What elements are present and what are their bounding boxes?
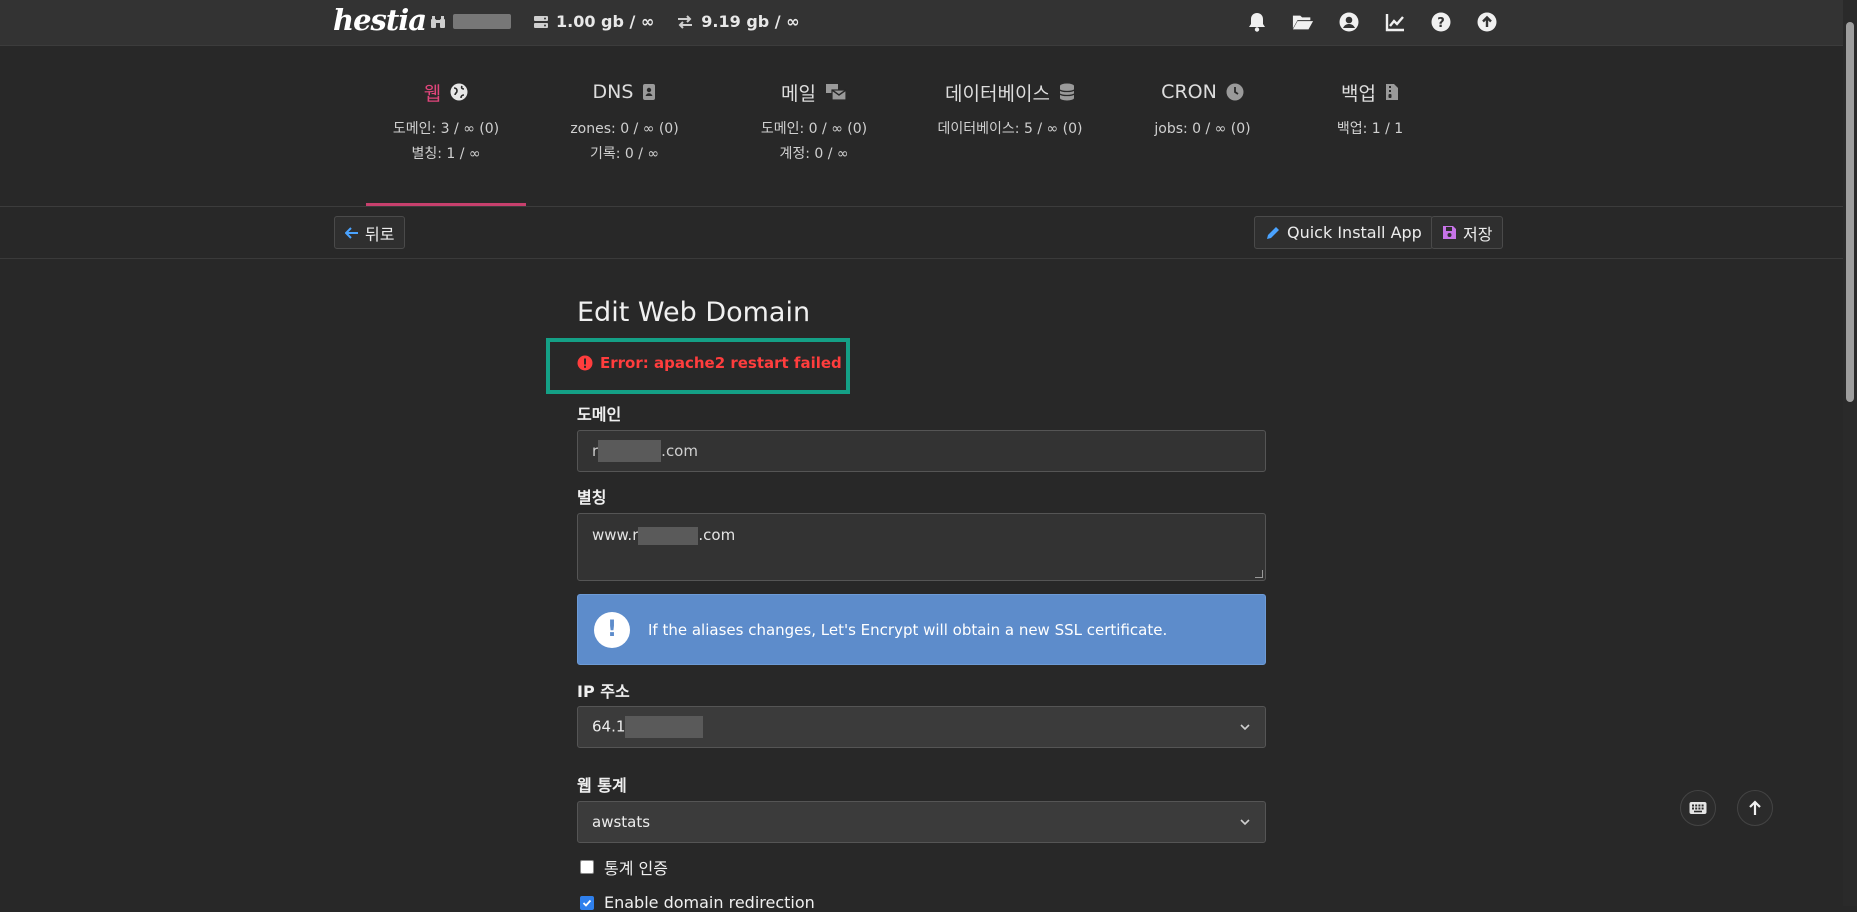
tab-label: DNS bbox=[592, 81, 634, 103]
tab-label: 데이터베이스 bbox=[945, 82, 1050, 105]
domain-redirection-checkbox-row[interactable]: Enable domain redirection bbox=[580, 893, 815, 912]
tab-label: 메일 bbox=[781, 82, 816, 105]
app-logo[interactable]: hestia bbox=[333, 3, 427, 37]
error-text: Error: apache2 restart failed bbox=[600, 354, 842, 372]
quick-install-label: Quick Install App bbox=[1287, 223, 1422, 242]
aliases-field[interactable]: www.r .com bbox=[577, 513, 1266, 581]
tab-label: 백업 bbox=[1341, 82, 1376, 105]
save-label: 저장 bbox=[1463, 224, 1493, 244]
chevron-down-icon bbox=[1239, 723, 1251, 731]
transfer-arrows-icon bbox=[676, 14, 694, 30]
quick-install-app-button[interactable]: Quick Install App bbox=[1254, 216, 1433, 249]
keyboard-shortcuts-button[interactable] bbox=[1680, 790, 1716, 826]
tab-stat: 백업: 1 / 1 bbox=[1336, 121, 1404, 137]
tab-stat: jobs: 0 / ∞ (0) bbox=[1154, 121, 1251, 137]
bandwidth-usage: 9.19 gb / ∞ bbox=[701, 12, 800, 31]
arrow-up-icon bbox=[1748, 800, 1762, 816]
page-scrollbar[interactable] bbox=[1843, 0, 1857, 906]
update-arrow-icon[interactable] bbox=[1476, 11, 1498, 33]
ip-redacted bbox=[625, 716, 704, 738]
floppy-disk-icon bbox=[1442, 225, 1457, 240]
globe-icon bbox=[450, 83, 468, 101]
chevron-down-icon bbox=[1239, 818, 1251, 826]
tab-web[interactable]: 웹 도메인: 3 / ∞ (0) 별칭: 1 / ∞ bbox=[366, 46, 526, 207]
tab-backup[interactable]: 백업 백업: 1 / 1 bbox=[1290, 46, 1450, 207]
svg-text:?: ? bbox=[1437, 16, 1445, 31]
tab-dns[interactable]: DNS zones: 0 / ∞ (0) 기록: 0 / ∞ bbox=[526, 46, 723, 207]
tab-stat: 도메인: 0 / ∞ (0) bbox=[760, 121, 868, 137]
main-tabs: 웹 도메인: 3 / ∞ (0) 별칭: 1 / ∞ DNS zones: 0 /… bbox=[366, 46, 1450, 207]
save-button[interactable]: 저장 bbox=[1431, 216, 1504, 249]
ip-address-select[interactable]: 64.1 bbox=[577, 706, 1266, 748]
database-icon bbox=[1059, 83, 1075, 101]
stats-auth-label: 통계 인증 bbox=[604, 859, 668, 878]
domain-value-suffix: .com bbox=[661, 442, 698, 460]
stats-auth-checkbox[interactable] bbox=[580, 860, 594, 874]
scrollbar-thumb[interactable] bbox=[1846, 22, 1854, 402]
tab-cron[interactable]: CRON jobs: 0 / ∞ (0) bbox=[1115, 46, 1290, 207]
tab-stat: 기록: 0 / ∞ bbox=[589, 146, 660, 162]
alert-text: If the aliases changes, Let's Encrypt wi… bbox=[648, 620, 1168, 639]
keyboard-icon bbox=[1689, 801, 1707, 815]
file-zipper-icon bbox=[1385, 83, 1399, 101]
mail-bulk-icon bbox=[825, 83, 847, 101]
tab-stat: 데이터베이스: 5 / ∞ (0) bbox=[937, 121, 1083, 137]
tab-label: CRON bbox=[1161, 81, 1217, 103]
web-stats-label: 웹 통계 bbox=[577, 776, 627, 795]
arrow-left-icon bbox=[345, 226, 359, 240]
page-title: Edit Web Domain bbox=[577, 297, 811, 328]
domain-redacted bbox=[598, 440, 662, 462]
tab-stat: zones: 0 / ∞ (0) bbox=[570, 121, 679, 137]
web-stats-select[interactable]: awstats bbox=[577, 801, 1266, 843]
ip-address-label: IP 주소 bbox=[577, 682, 630, 701]
aliases-value-prefix: www.r bbox=[592, 526, 639, 544]
username-redacted bbox=[453, 14, 511, 29]
top-nav-icons: ? bbox=[1246, 11, 1498, 33]
user-circle-icon[interactable] bbox=[1338, 11, 1360, 33]
top-bar: hestia 1.00 gb / ∞ 9.19 gb / ∞ ? bbox=[0, 0, 1857, 46]
domain-label: 도메인 bbox=[577, 405, 622, 424]
ip-value-prefix: 64.1 bbox=[592, 717, 626, 736]
back-button[interactable]: 뒤로 bbox=[334, 216, 406, 249]
aliases-value-suffix: .com bbox=[698, 526, 736, 544]
domain-redirection-label: Enable domain redirection bbox=[604, 893, 815, 912]
tab-label: 웹 bbox=[423, 82, 442, 105]
web-stats-value: awstats bbox=[592, 813, 651, 831]
back-label: 뒤로 bbox=[365, 224, 395, 244]
chart-line-icon[interactable] bbox=[1384, 11, 1406, 33]
tab-database[interactable]: 데이터베이스 데이터베이스: 5 / ∞ (0) bbox=[905, 46, 1115, 207]
clock-icon bbox=[1226, 83, 1244, 101]
hard-drive-icon bbox=[533, 15, 549, 29]
disk-usage: 1.00 gb / ∞ bbox=[556, 12, 655, 31]
error-message: Error: apache2 restart failed bbox=[577, 354, 842, 372]
tab-stat: 도메인: 3 / ∞ (0) bbox=[392, 121, 500, 137]
stats-auth-checkbox-row[interactable]: 통계 인증 bbox=[580, 855, 668, 879]
aliases-label: 별칭 bbox=[577, 488, 607, 507]
exclamation-circle-icon bbox=[577, 355, 593, 371]
help-icon[interactable]: ? bbox=[1430, 11, 1452, 33]
binoculars-icon bbox=[430, 14, 446, 30]
bell-icon[interactable] bbox=[1246, 11, 1268, 33]
address-book-icon bbox=[642, 83, 656, 101]
ssl-info-alert: ! If the aliases changes, Let's Encrypt … bbox=[577, 594, 1266, 665]
domain-field[interactable]: r .com bbox=[577, 430, 1266, 472]
exclamation-icon: ! bbox=[594, 611, 630, 648]
resize-handle[interactable] bbox=[1255, 570, 1263, 578]
tab-stat: 계정: 0 / ∞ bbox=[779, 146, 849, 162]
usage-summary: 1.00 gb / ∞ 9.19 gb / ∞ bbox=[430, 12, 800, 31]
pencil-icon bbox=[1265, 225, 1281, 241]
tab-mail[interactable]: 메일 도메인: 0 / ∞ (0) 계정: 0 / ∞ bbox=[723, 46, 905, 207]
domain-redirection-checkbox[interactable] bbox=[580, 895, 594, 910]
scroll-to-top-button[interactable] bbox=[1737, 790, 1773, 826]
tab-stat: 별칭: 1 / ∞ bbox=[411, 146, 481, 162]
aliases-redacted bbox=[638, 526, 699, 545]
toolbar: 뒤로 Quick Install App 저장 bbox=[0, 207, 1857, 259]
folder-open-icon[interactable] bbox=[1292, 11, 1314, 33]
